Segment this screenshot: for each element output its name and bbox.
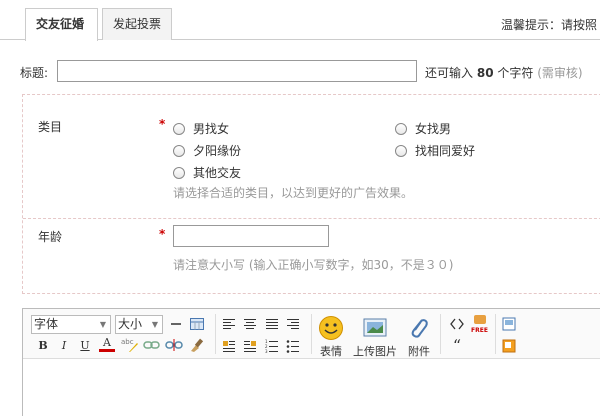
radio-label: 女找男 [415,122,452,136]
toolbar-separator [440,314,441,354]
bold-button[interactable]: B [35,338,51,354]
section-divider [23,218,600,219]
radio-same-hobby[interactable]: 找相同爱好 [395,142,475,159]
hint-count: 80 [476,66,494,80]
toolbar-separator [215,314,216,354]
align-center-icon[interactable] [242,316,258,332]
tab-dating[interactable]: 交友征婚 [25,8,98,41]
radio-label: 其他交友 [193,166,242,180]
align-left-icon[interactable] [221,316,237,332]
radio-other-dating[interactable]: 其他交友 [173,164,241,181]
attachment-label: 附件 [408,345,430,358]
font-size-select[interactable]: 大小 ▼ [115,315,163,334]
align-justify-icon[interactable] [264,316,280,332]
float-left-icon[interactable] [221,338,237,354]
toolbar-separator [495,314,496,354]
clear-format-icon[interactable] [188,337,204,353]
chevron-down-icon: ▼ [99,320,106,329]
align-right-icon[interactable] [285,316,301,332]
age-label: 年龄 [38,230,63,244]
underline-button[interactable]: U [77,338,93,354]
radio-circle[interactable] [395,145,407,157]
svg-text:abc: abc [121,338,134,346]
toolbar-separator [311,314,312,354]
italic-button[interactable]: I [56,338,72,354]
unlink-icon[interactable] [165,338,183,354]
font-color-button[interactable]: A [99,336,115,352]
editor-content-area[interactable] [23,360,600,416]
ordered-list-icon[interactable]: 123 [264,338,280,354]
quote-button[interactable]: “ [449,338,465,354]
title-input[interactable] [57,60,417,82]
background-color-icon[interactable]: abc [121,337,138,353]
required-mark: * [159,227,166,241]
radio-circle[interactable] [173,145,185,157]
radio-circle[interactable] [173,167,185,179]
image-icon [363,318,387,337]
upload-image-button[interactable]: 上传图片 [351,315,399,359]
size-select-value: 大小 [118,317,143,331]
font-select-value: 字体 [34,317,59,331]
title-char-hint: 还可输入 80 个字符 (需审核) [425,64,583,81]
radio-label: 夕阳缘份 [193,144,242,158]
radio-woman-seeks-man[interactable]: 女找男 [395,120,451,137]
emoticon-label: 表情 [320,345,342,358]
smiley-icon [319,316,343,340]
link-icon[interactable] [143,338,160,354]
hint-review-note: (需审核) [537,66,583,80]
upload-image-label: 上传图片 [353,345,397,358]
title-row: 标题: 还可输入 80 个字符 (需审核) [0,60,600,82]
font-family-select[interactable]: 字体 ▼ [31,315,111,334]
radio-circle[interactable] [173,123,185,135]
hint-prefix: 还可输入 [425,66,474,80]
category-help: 请选择合适的类目，以达到更好的广告效果。 [173,186,414,200]
horizontal-rule-icon[interactable] [168,316,184,332]
radio-sunset-romance[interactable]: 夕阳缘份 [173,142,241,159]
required-mark: * [159,117,166,131]
form-panel: 类目 * 男找女 女找男 夕阳缘份 找相同爱好 其他交友 请选择合适的类目，以达… [22,94,600,294]
code-icon[interactable] [449,316,465,332]
hint-suffix: 个字符 [497,66,534,80]
title-label: 标题: [20,66,49,80]
tab-bar: 交友征婚 发起投票 温馨提示：请按照 [0,0,600,41]
radio-man-seeks-woman[interactable]: 男找女 [173,120,229,137]
float-right-icon[interactable] [242,338,258,354]
radio-label: 男找女 [193,122,230,136]
age-help: 请注意大小写 (输入正确小写数字，如30，不是３０) [173,258,454,272]
unordered-list-icon[interactable] [285,338,301,354]
svg-text:FREE: FREE [471,327,488,334]
attachment-button[interactable]: 附件 [404,315,434,359]
emoticon-button[interactable]: 表情 [317,315,345,359]
chevron-down-icon: ▼ [151,320,158,329]
tip-text: 温馨提示：请按照 [501,18,598,32]
free-plugin-icon[interactable]: FREE [471,314,488,334]
category-label: 类目 [38,120,63,134]
source-view-icon[interactable] [501,316,517,332]
tab-start-poll[interactable]: 发起投票 [102,8,172,40]
radio-label: 找相同爱好 [415,144,476,158]
paperclip-icon [411,319,428,338]
fullscreen-icon[interactable] [501,338,517,354]
svg-text:3: 3 [265,349,268,354]
age-input[interactable] [173,225,329,247]
table-icon[interactable] [189,316,205,332]
editor-toolbar: 字体 ▼ 大小 ▼ B I U A abc 1 2 3 表情 上传图片 附件 F… [23,309,600,359]
rich-text-editor: 字体 ▼ 大小 ▼ B I U A abc 1 2 3 表情 上传图片 附件 F… [22,308,600,416]
radio-circle[interactable] [395,123,407,135]
